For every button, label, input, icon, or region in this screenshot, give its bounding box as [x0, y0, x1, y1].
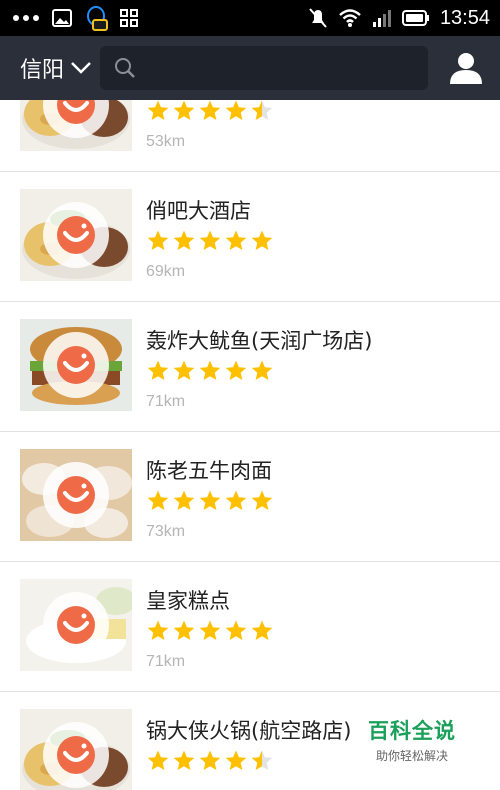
star-icon	[251, 360, 273, 380]
star-icon	[199, 750, 221, 770]
star-icon	[173, 230, 195, 250]
star-icon	[251, 100, 273, 120]
star-icon	[173, 620, 195, 640]
restaurant-photo	[20, 319, 132, 411]
star-icon	[199, 360, 221, 380]
status-bar: 13:54	[0, 0, 500, 36]
list-item[interactable]: 陈老五牛肉面 73km	[0, 433, 500, 562]
star-icon	[147, 230, 169, 250]
star-icon	[225, 750, 247, 770]
restaurant-distance: 71km	[146, 393, 186, 410]
star-icon	[251, 230, 273, 250]
star-icon	[173, 750, 195, 770]
star-icon	[225, 490, 247, 510]
restaurant-photo	[20, 189, 132, 281]
star-icon	[199, 230, 221, 250]
restaurant-distance: 53km	[146, 133, 186, 150]
battery-icon	[401, 10, 429, 26]
star-icon	[225, 100, 247, 120]
restaurant-distance: 69km	[146, 263, 186, 280]
status-right: 13:54	[308, 0, 490, 36]
star-icon	[147, 620, 169, 640]
wifi-icon	[339, 9, 361, 27]
app-grid-icon	[120, 9, 138, 27]
restaurant-name: 锅大侠火锅(航空路店)	[146, 719, 352, 743]
watermark-subtitle: 助你轻松解决	[375, 749, 448, 763]
rating-stars	[146, 359, 274, 385]
star-icon	[147, 360, 169, 380]
star-icon	[147, 750, 169, 770]
restaurant-photo	[20, 100, 132, 151]
chevron-down-icon	[71, 62, 91, 74]
rating-stars	[146, 100, 274, 125]
city-selector[interactable]: 信阳	[20, 36, 92, 100]
star-icon	[251, 490, 273, 510]
signal-icon	[372, 10, 391, 27]
restaurant-name: 陈老五牛肉面	[146, 459, 272, 483]
list-item[interactable]: 53km	[0, 100, 500, 172]
restaurant-name: 俏吧大酒店	[146, 199, 251, 223]
restaurant-distance: 73km	[146, 523, 186, 540]
watermark: 百科全说 助你轻松解决	[362, 715, 462, 764]
star-icon	[199, 100, 221, 120]
mute-icon	[309, 8, 327, 28]
star-icon	[251, 620, 273, 640]
watermark-title: 百科全说	[368, 719, 456, 743]
list-item[interactable]: 俏吧大酒店 69km	[0, 173, 500, 302]
more-dots-icon	[13, 15, 39, 21]
restaurant-name: 皇家糕点	[146, 589, 230, 613]
star-icon	[173, 100, 195, 120]
app-header: 信阳	[0, 36, 500, 100]
restaurant-distance: 71km	[146, 653, 186, 670]
rating-stars	[146, 619, 274, 645]
restaurant-photo	[20, 709, 132, 790]
restaurant-photo	[20, 449, 132, 541]
status-left	[12, 0, 138, 36]
star-icon	[225, 230, 247, 250]
star-icon	[147, 490, 169, 510]
search-input[interactable]	[100, 46, 428, 90]
restaurant-list[interactable]: 53km 俏吧大酒店 69km 轰炸大鱿鱼(天润广场店) 71km 陈老五牛肉面 73km 皇…	[0, 100, 500, 790]
gallery-icon	[52, 9, 72, 27]
star-icon	[199, 490, 221, 510]
list-item[interactable]: 皇家糕点 71km	[0, 563, 500, 692]
star-icon	[225, 360, 247, 380]
rating-stars	[146, 749, 274, 775]
star-icon	[251, 750, 273, 770]
star-icon	[199, 620, 221, 640]
star-icon	[225, 620, 247, 640]
rating-stars	[146, 229, 274, 255]
list-item[interactable]: 轰炸大鱿鱼(天润广场店) 71km	[0, 303, 500, 432]
city-label: 信阳	[20, 58, 65, 83]
star-icon	[173, 360, 195, 380]
rating-stars	[146, 489, 274, 515]
star-icon	[147, 100, 169, 120]
search-icon	[115, 58, 135, 78]
restaurant-photo	[20, 579, 132, 671]
clock: 13:54	[439, 6, 490, 29]
user-icon[interactable]	[446, 48, 486, 88]
qq-icon	[87, 6, 108, 31]
restaurant-name: 轰炸大鱿鱼(天润广场店)	[146, 329, 373, 353]
star-icon	[173, 490, 195, 510]
